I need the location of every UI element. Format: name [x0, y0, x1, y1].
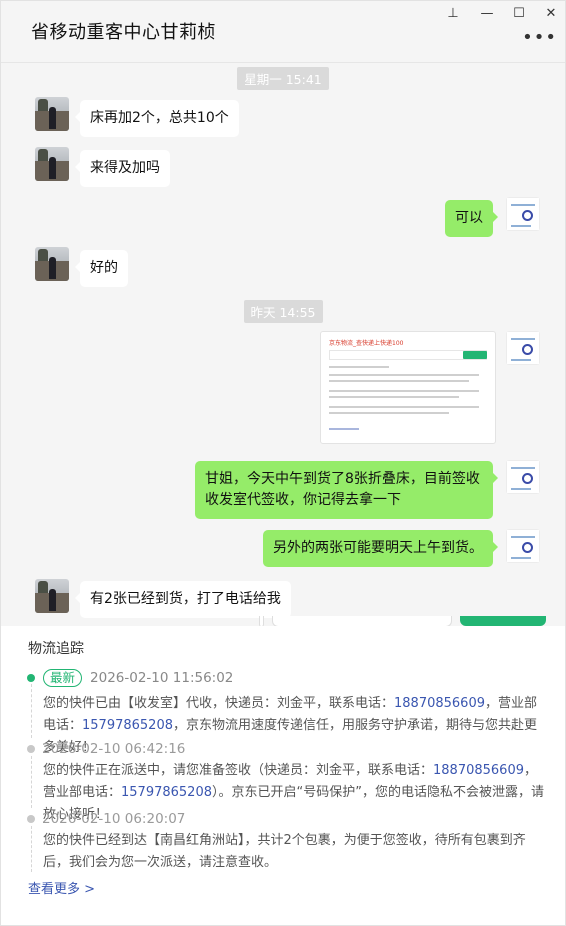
pin-icon[interactable]: ⊥: [437, 1, 469, 25]
message-bubble-outgoing[interactable]: 可以: [445, 200, 498, 237]
timeline-dot-active: [27, 674, 35, 682]
image-text-line: [329, 380, 469, 382]
message-bubble-incoming[interactable]: 好的: [75, 250, 128, 287]
event-text: 您的快件正在派送中，请您准备签收（快递员：刘金平，联系电话：: [43, 763, 434, 778]
message-bubble-incoming[interactable]: 有2张已经到货，打了电话给我: [75, 581, 291, 618]
timestamp: 昨天 14:55: [243, 300, 323, 323]
tracking-title: 物流追踪: [28, 641, 84, 657]
image-text-line: [329, 374, 479, 376]
courier-phone-link[interactable]: 18870856609: [394, 696, 485, 711]
event-time: 2026-02-10 06:42:16: [42, 741, 186, 757]
shared-image-message[interactable]: 京东物流_查快递上快递100: [320, 331, 496, 444]
message-text-line: 甘姐，今天中午到货了8张折叠床，目前签收: [205, 471, 480, 487]
maximize-icon[interactable]: ☐: [503, 1, 535, 25]
image-text-line: [329, 428, 359, 430]
message-bubble-incoming[interactable]: 床再加2个，总共10个: [75, 100, 239, 137]
event-description: 您的快件已经到达【南昌红角洲站】，共计2个包裹，为便于您签收，待所有包裹到齐后，…: [43, 833, 526, 870]
message-text-line: 收发室代签收，你记得去拿一下: [205, 492, 401, 508]
contact-avatar[interactable]: [35, 579, 69, 613]
contact-avatar[interactable]: [35, 97, 69, 131]
image-text-line: [329, 396, 459, 398]
see-more-link[interactable]: 查看更多 >: [28, 878, 95, 897]
message-bubble-outgoing[interactable]: 另外的两张可能要明天上午到货。: [263, 530, 498, 567]
event-time: 2026-02-10 11:56:02: [90, 670, 234, 686]
image-text-line: [329, 366, 389, 368]
image-text-line: [329, 390, 479, 392]
shared-image-title: 京东物流_查快递上快递100: [329, 340, 404, 347]
timeline-dot: [27, 815, 35, 823]
chat-title: 省移动重客中心甘莉桢: [31, 22, 216, 43]
minimize-icon[interactable]: —: [471, 1, 503, 25]
hidden-green-button-edge: [460, 616, 546, 626]
contact-avatar[interactable]: [35, 147, 69, 181]
chat-window: 省移动重客中心甘莉桢 ⊥ — ☐ ✕ ••• 星期一 15:41 床再加2个，总…: [0, 0, 566, 926]
self-avatar[interactable]: [506, 331, 540, 365]
timestamp-separator: 昨天 14:55: [1, 300, 565, 323]
message-bubble-incoming[interactable]: 来得及加吗: [75, 150, 170, 187]
branch-phone-link[interactable]: 15797865208: [121, 785, 212, 800]
close-icon[interactable]: ✕: [535, 1, 566, 25]
self-avatar[interactable]: [506, 529, 540, 563]
latest-badge: 最新: [43, 669, 83, 687]
title-bar: 省移动重客中心甘莉桢 ⊥ — ☐ ✕ •••: [1, 1, 565, 63]
message-list[interactable]: 星期一 15:41 床再加2个，总共10个 来得及加吗 可以 好的 昨天 14:…: [1, 63, 565, 618]
courier-phone-link[interactable]: 18870856609: [433, 763, 524, 778]
branch-phone-link[interactable]: 15797865208: [82, 718, 173, 733]
image-text-line: [329, 412, 449, 414]
message-bubble-outgoing[interactable]: 甘姐，今天中午到货了8张折叠床，目前签收 收发室代签收，你记得去拿一下: [195, 461, 498, 519]
image-text-line: [329, 406, 479, 408]
self-avatar[interactable]: [506, 197, 540, 231]
more-options-icon[interactable]: •••: [522, 27, 557, 48]
image-green-button: [463, 351, 487, 359]
contact-avatar[interactable]: [35, 247, 69, 281]
event-text: 您的快件已由【收发室】代收，快递员：刘金平，联系电话：: [43, 696, 395, 711]
timestamp: 星期一 15:41: [237, 67, 329, 90]
timeline-dot: [27, 745, 35, 753]
timestamp-separator: 星期一 15:41: [1, 67, 565, 90]
tracking-event: 2026-02-10 06:20:07 您的快件已经到达【南昌红角洲站】，共计2…: [27, 808, 548, 874]
self-avatar[interactable]: [506, 460, 540, 494]
event-time: 2026-02-10 06:20:07: [42, 811, 186, 827]
logistics-tracking-panel: 物流追踪 最新 2026-02-10 11:56:02 您的快件已由【收发室】代…: [1, 626, 565, 925]
